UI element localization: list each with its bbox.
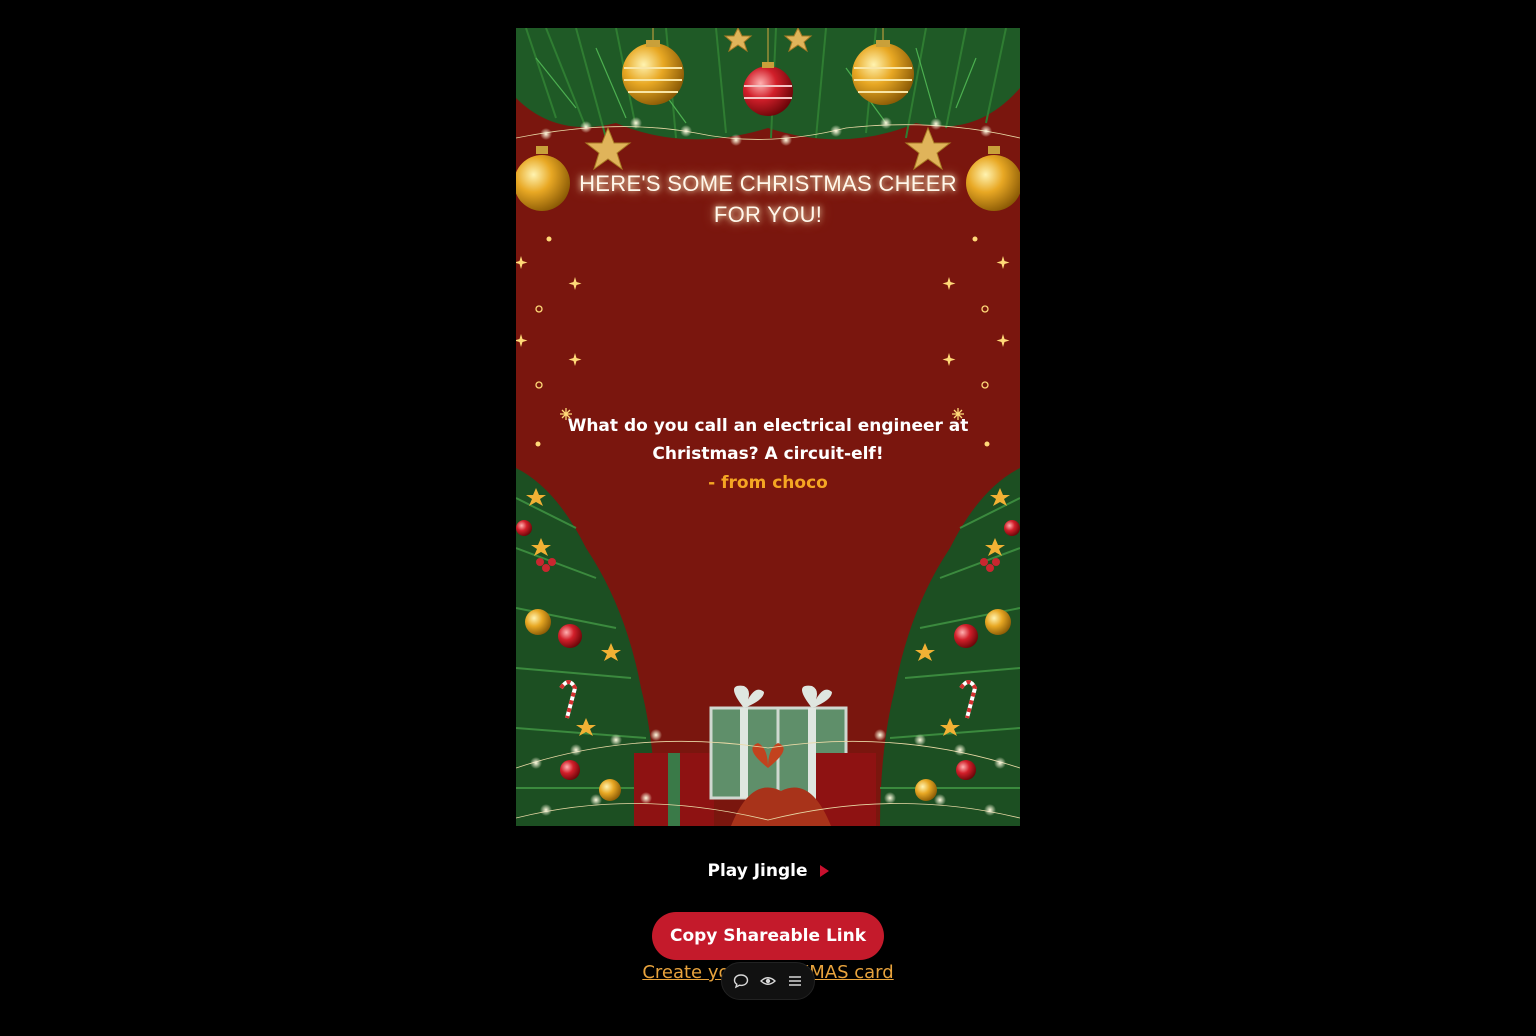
card-message: What do you call an electrical engineer … <box>567 416 969 464</box>
card-title: HERE'S SOME CHRISTMAS CHEER FOR YOU! <box>579 171 957 227</box>
play-icon <box>819 865 829 877</box>
menu-icon[interactable] <box>785 971 805 991</box>
ring-sparkles <box>535 305 989 389</box>
eye-icon[interactable] <box>758 971 778 991</box>
card-from: - from choco <box>708 473 828 493</box>
floating-toolbar <box>721 962 815 1000</box>
play-jingle-button[interactable]: Play Jingle <box>680 856 856 886</box>
christmas-card: HERE'S SOME CHRISTMAS CHEER FOR YOU! Wha… <box>516 28 1020 826</box>
play-jingle-label: Play Jingle <box>707 861 808 881</box>
comment-icon[interactable] <box>731 971 751 991</box>
page: HERE'S SOME CHRISTMAS CHEER FOR YOU! Wha… <box>0 0 1536 1036</box>
copy-shareable-link-button[interactable]: Copy Shareable Link <box>652 912 884 960</box>
right-tree <box>880 468 1020 826</box>
